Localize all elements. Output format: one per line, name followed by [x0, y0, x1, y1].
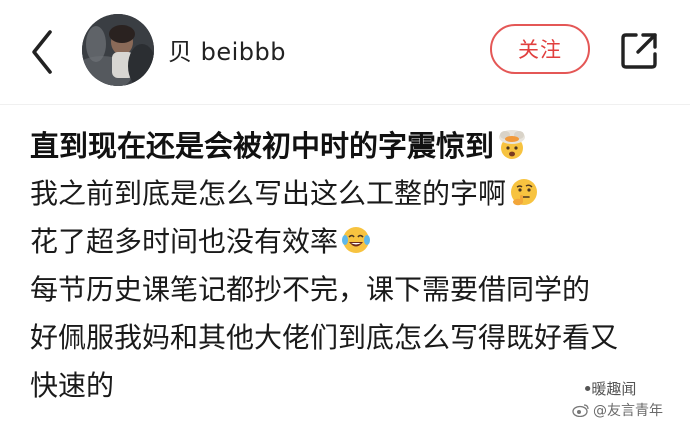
post-line-text: 我之前到底是怎么写出这么工整的字啊: [30, 177, 507, 210]
back-button[interactable]: [22, 26, 62, 78]
follow-button[interactable]: 关注: [490, 24, 590, 74]
watermark-title-text: 暖趣闻: [591, 380, 637, 398]
post-line-text: 好佩服我妈和其他大佬们到底怎么写得既好看又: [30, 321, 619, 354]
post-header: 贝 beibbb 关注: [0, 0, 690, 100]
share-button[interactable]: [618, 30, 660, 72]
post-line-text: 快速的: [30, 369, 115, 402]
thinking-face-emoji: [511, 179, 538, 206]
chevron-left-icon: [32, 30, 52, 74]
exploding-head-emoji: [499, 130, 526, 159]
post-detail-page: 贝 beibbb 关注 直到现在还是会被初中时的字震惊到 我之前到底是怎么写出这…: [0, 0, 690, 426]
post-line-text: 直到现在还是会被初中时的字震惊到: [30, 129, 495, 163]
post-line-3: 花了超多时间也没有效率: [30, 218, 670, 266]
post-content: 直到现在还是会被初中时的字震惊到 我之前到底是怎么写出这么工整的字啊 花了超多时…: [30, 122, 670, 410]
avatar[interactable]: [82, 14, 154, 86]
post-line-4: 每节历史课笔记都抄不完，课下需要借同学的: [30, 266, 670, 314]
watermark-title: ꔷ暖趣闻: [584, 378, 636, 399]
share-external-icon: [621, 33, 657, 69]
header-divider: [0, 104, 690, 105]
post-line-text: 每节历史课笔记都抄不完，课下需要借同学的: [30, 273, 591, 306]
post-line-text: 花了超多时间也没有效率: [30, 225, 339, 258]
weibo-logo-icon: [572, 404, 589, 417]
post-line-2: 我之前到底是怎么写出这么工整的字啊: [30, 170, 670, 218]
username[interactable]: 贝 beibbb: [168, 32, 286, 67]
watermark-handle-text: @友言青年: [593, 403, 663, 419]
post-line-1: 直到现在还是会被初中时的字震惊到: [30, 122, 670, 170]
tears-of-joy-emoji: [342, 227, 371, 253]
user-avatar-image: [82, 14, 154, 86]
post-line-5: 好佩服我妈和其他大佬们到底怎么写得既好看又: [30, 314, 670, 362]
watermark-handle: @友言青年: [572, 400, 663, 420]
